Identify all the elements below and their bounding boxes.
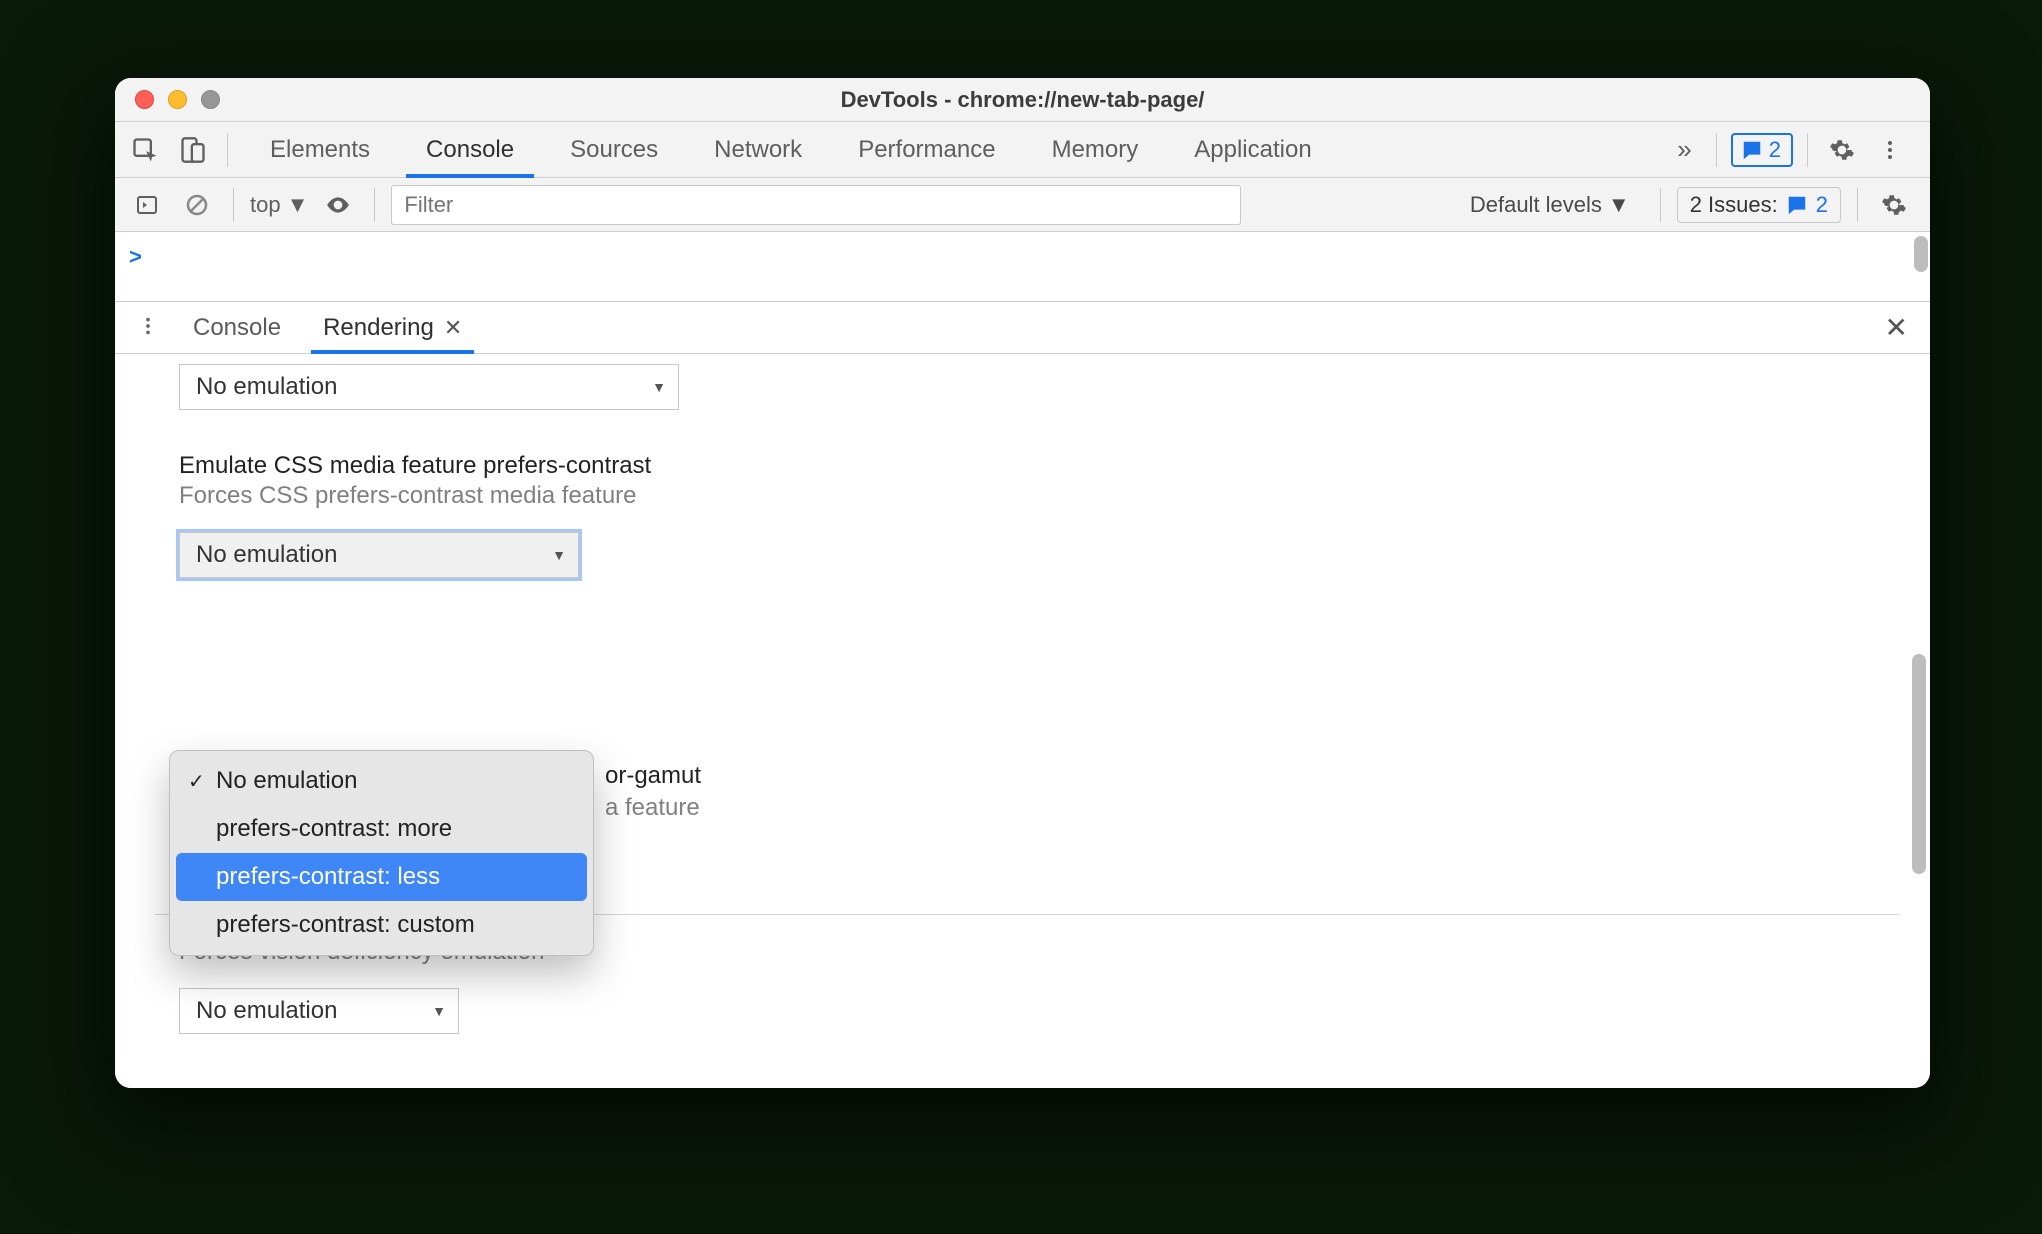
console-toolbar: top ▼ Default levels ▼ 2 Issues: 2 xyxy=(115,178,1930,232)
section-heading: Emulate CSS media feature prefers-contra… xyxy=(179,452,1890,480)
clear-console-button[interactable] xyxy=(177,185,217,225)
prefers-contrast-dropdown: ✓ No emulation prefers-contrast: more pr… xyxy=(169,750,594,956)
main-tabstrip: Elements Console Sources Network Perform… xyxy=(115,122,1930,178)
console-settings-button[interactable] xyxy=(1874,185,1914,225)
tab-label: Elements xyxy=(270,136,370,164)
chevron-down-icon: ▼ xyxy=(432,1003,446,1019)
drawer-menu-button[interactable] xyxy=(127,315,169,340)
tab-console[interactable]: Console xyxy=(398,122,542,177)
tab-sources[interactable]: Sources xyxy=(542,122,686,177)
chevron-down-icon: ▼ xyxy=(287,192,309,218)
minimize-window-button[interactable] xyxy=(168,90,187,109)
option-label: No emulation xyxy=(216,767,357,795)
divider xyxy=(1857,188,1858,222)
tab-network[interactable]: Network xyxy=(686,122,830,177)
more-tabs-button[interactable]: » xyxy=(1667,134,1701,165)
option-contrast-custom[interactable]: prefers-contrast: custom xyxy=(176,901,587,949)
chevron-down-icon: ▼ xyxy=(552,547,566,563)
window-controls xyxy=(115,90,220,109)
scrollbar-thumb[interactable] xyxy=(1914,236,1928,272)
issues-count: 2 xyxy=(1816,192,1828,218)
prefers-contrast-select[interactable]: No emulation ▼ xyxy=(179,532,579,578)
vision-deficiency-select[interactable]: No emulation ▼ xyxy=(179,988,459,1034)
option-label: prefers-contrast: more xyxy=(216,815,452,843)
sidebar-icon xyxy=(135,193,159,217)
hidden-heading-fragment: or-gamut xyxy=(605,762,701,790)
device-toolbar-icon[interactable] xyxy=(173,130,213,170)
divider xyxy=(374,188,375,222)
log-levels-selector[interactable]: Default levels ▼ xyxy=(1456,192,1644,218)
inspect-element-icon[interactable] xyxy=(125,130,165,170)
clear-icon xyxy=(185,193,209,217)
tab-performance[interactable]: Performance xyxy=(830,122,1023,177)
tab-label: Memory xyxy=(1052,136,1139,164)
option-label: prefers-contrast: custom xyxy=(216,911,475,939)
settings-button[interactable] xyxy=(1822,130,1862,170)
kebab-icon xyxy=(1878,138,1902,162)
divider xyxy=(227,133,228,167)
zoom-window-button[interactable] xyxy=(201,90,220,109)
main-tabs: Elements Console Sources Network Perform… xyxy=(242,122,1340,177)
devtools-window: DevTools - chrome://new-tab-page/ Elemen… xyxy=(115,78,1930,1088)
scrollbar-thumb[interactable] xyxy=(1912,654,1926,874)
message-count: 2 xyxy=(1769,137,1781,163)
tab-label: Performance xyxy=(858,136,995,164)
drawer-tab-label: Console xyxy=(193,314,281,342)
divider xyxy=(1807,133,1808,167)
close-tab-icon[interactable]: ✕ xyxy=(444,315,462,341)
chevrons-icon: » xyxy=(1677,134,1691,164)
message-icon xyxy=(1741,139,1763,161)
show-console-sidebar-button[interactable] xyxy=(127,185,167,225)
section-subheading: Forces CSS prefers-contrast media featur… xyxy=(179,482,1890,510)
eye-icon xyxy=(325,192,351,218)
option-no-emulation[interactable]: ✓ No emulation xyxy=(176,757,587,805)
issues-label: 2 Issues: xyxy=(1690,192,1778,218)
open-console-messages[interactable]: 2 xyxy=(1731,133,1793,167)
live-expression-button[interactable] xyxy=(318,185,358,225)
message-icon xyxy=(1786,194,1808,216)
tab-label: Application xyxy=(1194,136,1311,164)
drawer-tab-console[interactable]: Console xyxy=(175,302,299,353)
prompt-caret: > xyxy=(129,244,142,270)
chevron-down-icon: ▼ xyxy=(1608,192,1630,218)
filter-input[interactable] xyxy=(391,185,1241,225)
context-selector[interactable]: top ▼ xyxy=(250,192,308,218)
close-window-button[interactable] xyxy=(135,90,154,109)
drawer-tab-rendering[interactable]: Rendering ✕ xyxy=(305,302,480,353)
select-value: No emulation xyxy=(196,997,337,1025)
divider xyxy=(1716,133,1717,167)
close-drawer-button[interactable]: ✕ xyxy=(1875,311,1918,344)
kebab-icon xyxy=(137,315,159,337)
select-value: No emulation xyxy=(196,373,337,401)
option-contrast-less[interactable]: prefers-contrast: less xyxy=(176,853,587,901)
top-select[interactable]: No emulation ▼ xyxy=(179,364,679,410)
divider xyxy=(233,188,234,222)
levels-label: Default levels xyxy=(1470,192,1602,218)
main-menu-button[interactable] xyxy=(1870,130,1910,170)
hidden-sub-fragment: a feature xyxy=(605,794,700,822)
section-prefers-contrast: Emulate CSS media feature prefers-contra… xyxy=(179,452,1890,578)
tab-application[interactable]: Application xyxy=(1166,122,1339,177)
select-value: No emulation xyxy=(196,541,337,569)
context-label: top xyxy=(250,192,281,218)
divider xyxy=(1660,188,1661,222)
drawer-tab-label: Rendering xyxy=(323,314,434,342)
console-body[interactable]: > xyxy=(115,232,1930,302)
gear-icon xyxy=(1829,137,1855,163)
tab-memory[interactable]: Memory xyxy=(1024,122,1167,177)
drawer-tabstrip: Console Rendering ✕ ✕ xyxy=(115,302,1930,354)
issues-button[interactable]: 2 Issues: 2 xyxy=(1677,187,1841,223)
option-label: prefers-contrast: less xyxy=(216,863,440,891)
option-contrast-more[interactable]: prefers-contrast: more xyxy=(176,805,587,853)
window-title: DevTools - chrome://new-tab-page/ xyxy=(115,87,1930,113)
rendering-panel: No emulation ▼ Emulate CSS media feature… xyxy=(115,354,1930,1088)
chevron-down-icon: ▼ xyxy=(652,379,666,395)
tab-label: Console xyxy=(426,136,514,164)
tab-elements[interactable]: Elements xyxy=(242,122,398,177)
tab-label: Sources xyxy=(570,136,658,164)
check-icon: ✓ xyxy=(188,769,205,794)
gear-icon xyxy=(1881,192,1907,218)
tab-label: Network xyxy=(714,136,802,164)
titlebar: DevTools - chrome://new-tab-page/ xyxy=(115,78,1930,122)
